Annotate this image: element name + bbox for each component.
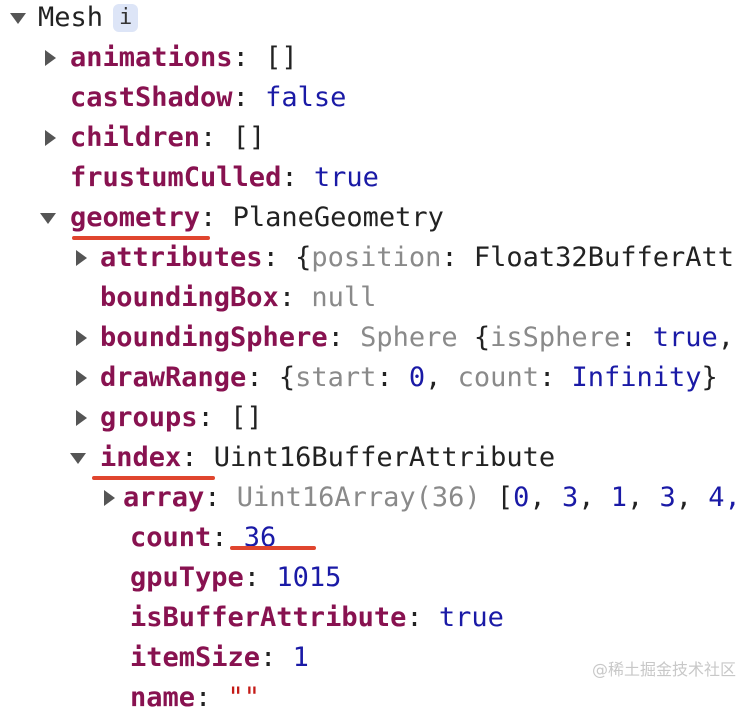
prop-itemSize: itemSize: 1: [130, 642, 309, 673]
collapse-arrow-icon[interactable]: [76, 330, 87, 346]
collapse-arrow-icon[interactable]: [76, 250, 87, 266]
prop-value: true: [313, 162, 379, 193]
collapse-arrow-icon[interactable]: [104, 490, 115, 506]
prop-key: index: [100, 442, 182, 473]
prop-frustumCulled: frustumCulled: true: [70, 162, 379, 193]
prop-value: 1: [610, 482, 627, 513]
prop-value: 4,: [708, 482, 741, 513]
collapse-arrow-icon[interactable]: [76, 370, 87, 386]
prop-name: name: "": [130, 682, 261, 713]
prop-value: ,: [717, 322, 735, 353]
prop-key: isBufferAttribute: [130, 602, 407, 633]
annotation-underline: [230, 546, 316, 550]
prop-value: ,: [425, 362, 458, 393]
prop-count: count: 36: [130, 522, 277, 553]
prop-key: geometry: [70, 202, 201, 233]
prop-value: :: [376, 362, 409, 393]
prop-key: drawRange: [100, 362, 247, 393]
collapse-arrow-icon[interactable]: [76, 410, 87, 426]
prop-key: itemSize: [130, 642, 261, 673]
prop-value: Uint16Array(36): [236, 482, 497, 513]
prop-value: []: [232, 122, 266, 153]
object-type: Mesh: [38, 2, 104, 33]
prop-key: count: [130, 522, 212, 553]
prop-key: boundingSphere: [100, 322, 328, 353]
prop-key: array: [123, 482, 205, 513]
prop-value: 0: [513, 482, 530, 513]
prop-value: isSphere: [490, 322, 621, 353]
prop-value: {: [278, 362, 296, 393]
expand-arrow-icon[interactable]: [40, 213, 56, 224]
prop-key: gpuType: [130, 562, 244, 593]
prop-key: castShadow: [70, 82, 233, 113]
expand-arrow-icon[interactable]: [10, 13, 26, 24]
prop-value: []: [230, 402, 263, 433]
prop-value: Sphere: [360, 322, 474, 353]
prop-value: true: [438, 602, 504, 633]
prop-value: :: [538, 362, 572, 393]
prop-castShadow: castShadow: false: [70, 82, 347, 113]
prop-value: count: [457, 362, 539, 393]
prop-value: 1015: [276, 562, 342, 593]
prop-boundingBox: boundingBox: null: [100, 282, 377, 313]
prop-key: name: [130, 682, 196, 713]
prop-key: frustumCulled: [70, 162, 282, 193]
prop-isBufferAttribute: isBufferAttribute: true: [130, 602, 504, 633]
prop-value: {: [295, 242, 312, 273]
expand-arrow-icon[interactable]: [70, 453, 86, 464]
collapse-arrow-icon[interactable]: [45, 50, 56, 66]
prop-key: boundingBox: [100, 282, 279, 313]
prop-value: start: [295, 362, 377, 393]
prop-value: 1: [292, 642, 309, 673]
prop-value: PlaneGeometry: [232, 202, 444, 233]
prop-value: : Float32BufferAtt: [441, 242, 734, 273]
prop-value: }: [701, 362, 718, 393]
prop-value: 0: [408, 362, 426, 393]
info-badge[interactable]: i: [113, 4, 139, 32]
prop-key: children: [70, 122, 201, 153]
prop-value: Uint16BufferAttribute: [213, 442, 556, 473]
prop-value: {: [473, 322, 491, 353]
prop-value: :: [620, 322, 653, 353]
prop-value: "": [227, 682, 261, 713]
watermark: @稀土掘金技术社区: [591, 660, 736, 679]
prop-key: animations: [70, 42, 233, 73]
prop-key: groups: [100, 402, 198, 433]
prop-value: []: [265, 42, 298, 73]
prop-value: 3: [659, 482, 676, 513]
prop-value: 3: [561, 482, 579, 513]
prop-value: false: [265, 82, 347, 113]
prop-value: [: [496, 482, 514, 513]
collapse-arrow-icon[interactable]: [45, 130, 56, 146]
prop-value: true: [652, 322, 718, 353]
prop-value: Infinity: [571, 362, 702, 393]
prop-gpuType: gpuType: 1015: [130, 562, 342, 593]
prop-value: position: [311, 242, 442, 273]
prop-value: null: [311, 282, 377, 313]
prop-key: attributes: [100, 242, 263, 273]
